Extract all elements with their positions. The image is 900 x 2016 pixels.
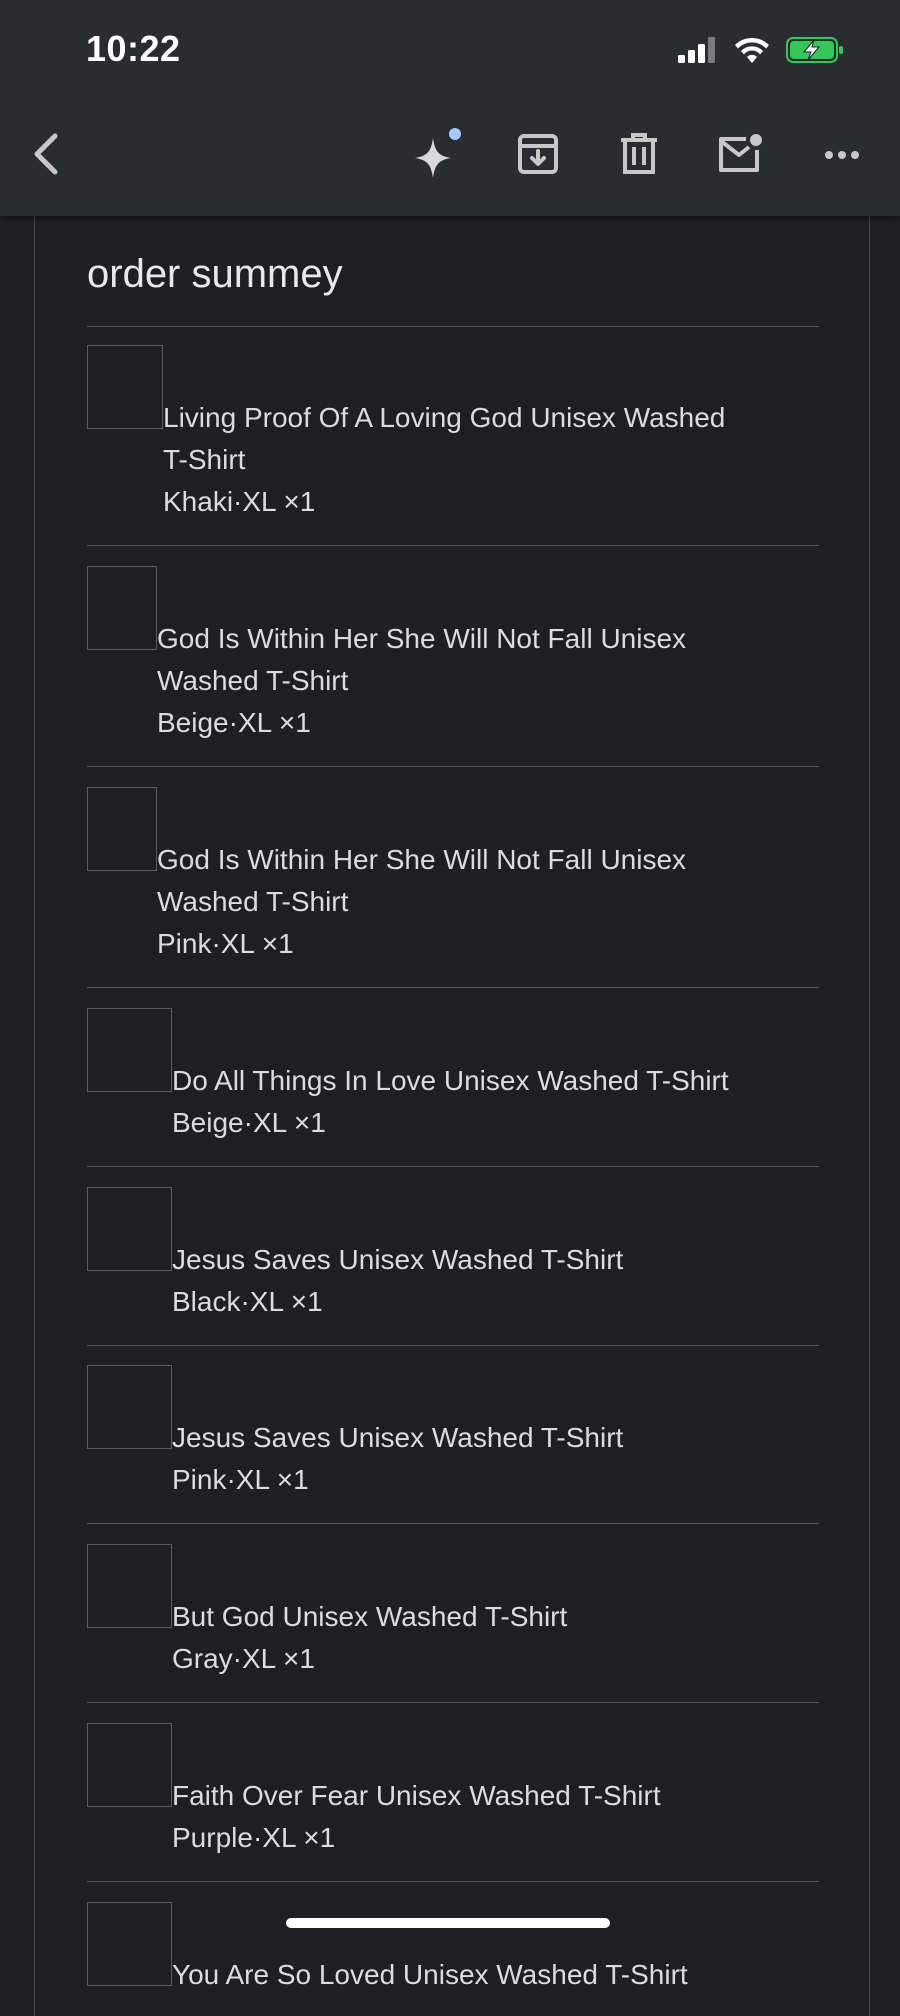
wifi-icon xyxy=(734,36,770,69)
toolbar xyxy=(0,118,900,194)
product-name: Faith Over Fear Unisex Washed T-Shirt xyxy=(172,1780,661,1811)
product-name: But God Unisex Washed T-Shirt xyxy=(172,1601,568,1632)
home-indicator[interactable] xyxy=(286,1918,610,1928)
more-icon xyxy=(824,147,860,165)
product-name-continued: Washed T-Shirt xyxy=(157,665,349,696)
product-name: Do All Things In Love Unisex Washed T-Sh… xyxy=(172,1065,729,1096)
divider xyxy=(87,1523,819,1524)
cellular-signal-icon xyxy=(678,36,718,68)
product-text: But God Unisex Washed T-Shirt Gray·XL ×1 xyxy=(172,1596,567,1680)
more-options-button[interactable] xyxy=(810,118,874,194)
divider xyxy=(87,987,819,988)
divider xyxy=(87,545,819,546)
divider xyxy=(87,1881,819,1882)
back-icon xyxy=(29,132,63,181)
product-variant: Beige·XL ×1 xyxy=(172,1107,326,1138)
product-variant: Black·XL ×1 xyxy=(172,1286,323,1317)
divider xyxy=(87,1702,819,1703)
product-text: Jesus Saves Unisex Washed T-Shirt Black·… xyxy=(172,1239,623,1323)
trash-icon xyxy=(619,132,659,181)
archive-button[interactable] xyxy=(506,118,570,194)
product-name: Living Proof Of A Loving God Unisex Wash… xyxy=(163,402,726,433)
product-variant: Gray·XL ×1 xyxy=(172,1643,315,1674)
divider xyxy=(87,766,819,767)
email-body: order summey Living Proof Of A Loving Go… xyxy=(34,216,870,2016)
top-app-bar: 10:22 xyxy=(0,0,900,216)
product-variant: Khaki·XL ×1 xyxy=(163,486,316,517)
ai-sparkle-button[interactable] xyxy=(404,118,468,194)
status-icons xyxy=(678,34,844,70)
product-text: Living Proof Of A Loving God Unisex Wash… xyxy=(163,397,725,523)
product-name: God Is Within Her She Will Not Fall Unis… xyxy=(157,844,687,875)
product-name: Jesus Saves Unisex Washed T-Shirt xyxy=(172,1422,624,1453)
product-text: God Is Within Her She Will Not Fall Unis… xyxy=(157,839,686,965)
order-summary-title: order summey xyxy=(87,252,343,296)
product-name-continued: T-Shirt xyxy=(163,444,246,475)
divider xyxy=(87,326,819,327)
back-button[interactable] xyxy=(14,118,78,194)
product-text: Do All Things In Love Unisex Washed T-Sh… xyxy=(172,1060,729,1144)
product-variant: Pink·XL ×1 xyxy=(157,928,294,959)
sparkle-icon xyxy=(411,124,461,189)
divider xyxy=(87,1345,819,1346)
product-name: You Are So Loved Unisex Washed T-Shirt xyxy=(172,1959,688,1990)
product-text: Faith Over Fear Unisex Washed T-Shirt Pu… xyxy=(172,1775,661,1859)
product-name: God Is Within Her She Will Not Fall Unis… xyxy=(157,623,687,654)
product-image xyxy=(87,787,157,871)
divider xyxy=(87,1166,819,1167)
product-image xyxy=(87,345,163,429)
product-image xyxy=(87,1187,172,1271)
mark-unread-icon xyxy=(716,132,764,181)
delete-button[interactable] xyxy=(607,118,671,194)
product-image xyxy=(87,1723,172,1807)
product-variant: Pink·XL ×1 xyxy=(172,1464,309,1495)
product-text: You Are So Loved Unisex Washed T-Shirt xyxy=(172,1954,688,1996)
product-variant: Beige·XL ×1 xyxy=(157,707,311,738)
mark-unread-button[interactable] xyxy=(708,118,772,194)
product-image xyxy=(87,566,157,650)
product-variant: Purple·XL ×1 xyxy=(172,1822,336,1853)
product-image xyxy=(87,1008,172,1092)
product-name: Jesus Saves Unisex Washed T-Shirt xyxy=(172,1244,624,1275)
product-text: God Is Within Her She Will Not Fall Unis… xyxy=(157,618,686,744)
archive-icon xyxy=(516,132,560,181)
status-time: 10:22 xyxy=(86,28,181,69)
product-text: Jesus Saves Unisex Washed T-Shirt Pink·X… xyxy=(172,1417,623,1501)
product-image xyxy=(87,1544,172,1628)
product-name-continued: Washed T-Shirt xyxy=(157,886,349,917)
battery-charging-icon xyxy=(786,36,844,69)
product-image xyxy=(87,1902,172,1986)
product-image xyxy=(87,1365,172,1449)
